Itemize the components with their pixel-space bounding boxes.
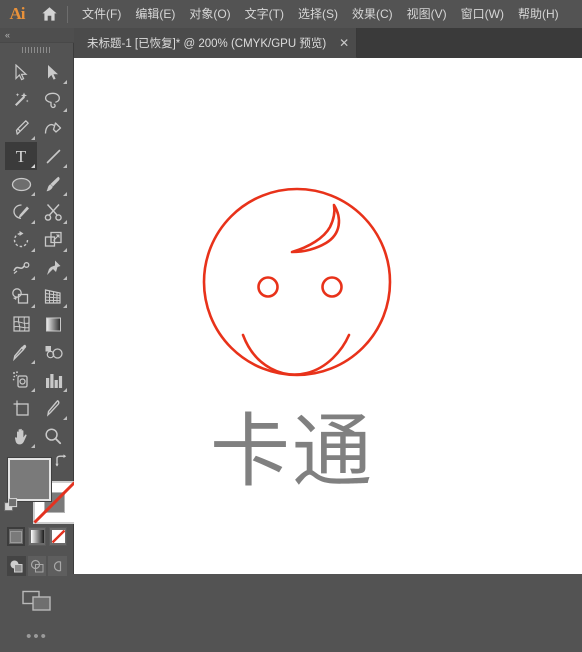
column-graph-tool[interactable] <box>37 366 69 394</box>
ellipse-tool[interactable] <box>5 170 37 198</box>
menu-help[interactable]: 帮助(H) <box>511 3 566 25</box>
menu-object[interactable]: 对象(O) <box>182 3 237 25</box>
blend-tool[interactable] <box>37 338 69 366</box>
tool-group-indicator-icon <box>63 164 67 168</box>
tool-group-indicator-icon <box>63 248 67 252</box>
tool-group-indicator-icon <box>63 388 67 392</box>
zoom-tool[interactable] <box>37 422 69 450</box>
menu-window[interactable]: 窗口(W) <box>454 3 511 25</box>
document-tab-bar: 未标题-1 [已恢复]* @ 200% (CMYK/GPU 预览) ✕ <box>74 28 582 58</box>
tool-group-indicator-icon <box>63 108 67 112</box>
tool-group-indicator-icon <box>31 164 35 168</box>
gradient-color-icon <box>30 530 44 543</box>
magic-wand-tool[interactable] <box>5 86 37 114</box>
perspective-grid-tool[interactable] <box>37 282 69 310</box>
tool-group-indicator-icon <box>31 136 35 140</box>
artboard-tool[interactable] <box>5 394 37 422</box>
tool-group-indicator-icon <box>31 276 35 280</box>
tool-group-indicator-icon <box>31 304 35 308</box>
menu-effect[interactable]: 效果(C) <box>345 3 400 25</box>
double-chevron-left-icon: « <box>5 29 10 40</box>
free-transform-tool[interactable] <box>37 254 69 282</box>
slice-tool[interactable] <box>37 394 69 422</box>
default-fill-stroke-icon[interactable] <box>4 498 19 513</box>
gradient-tool[interactable] <box>37 310 69 338</box>
tool-group-indicator-icon <box>63 276 67 280</box>
color-mode-none[interactable] <box>49 527 67 546</box>
tool-group-indicator-icon <box>63 80 67 84</box>
scale-tool[interactable] <box>37 226 69 254</box>
shaper-tool[interactable] <box>5 198 37 226</box>
tool-group-indicator-icon <box>63 304 67 308</box>
document-canvas[interactable]: 卡通 <box>74 58 582 574</box>
swap-fill-stroke-icon[interactable] <box>54 454 68 468</box>
screen-mode-button[interactable] <box>0 580 74 622</box>
draw-mode-row <box>0 556 74 580</box>
lasso-tool[interactable] <box>37 86 69 114</box>
fill-swatch[interactable] <box>8 458 51 501</box>
document-tab[interactable]: 未标题-1 [已恢复]* @ 200% (CMYK/GPU 预览) ✕ <box>74 28 358 58</box>
tools-panel-collapse-button[interactable]: « <box>0 28 74 43</box>
right-eye <box>321 276 343 298</box>
illustrator-window: Ai 文件(F) 编辑(E) 对象(O) 文字(T) 选择(S) 效果(C) 视… <box>0 0 582 644</box>
menu-type[interactable]: 文字(T) <box>238 3 291 25</box>
close-icon[interactable]: ✕ <box>338 37 350 49</box>
rotate-tool[interactable] <box>5 226 37 254</box>
tool-group-indicator-icon <box>31 192 35 196</box>
tool-group-indicator-icon <box>31 360 35 364</box>
color-mode-solid[interactable] <box>7 527 26 546</box>
paintbrush-tool[interactable] <box>37 170 69 198</box>
face-outline <box>202 187 392 377</box>
draw-behind-mode[interactable] <box>27 556 47 576</box>
tool-group-indicator-icon <box>63 192 67 196</box>
app-logo: Ai <box>9 4 26 23</box>
none-color-icon <box>51 530 65 543</box>
tool-group-indicator-icon <box>31 220 35 224</box>
tool-group-indicator-icon <box>31 388 35 392</box>
tools-panel: « T ••• <box>0 28 76 644</box>
tool-group-indicator-icon <box>63 220 67 224</box>
width-tool[interactable] <box>5 254 37 282</box>
line-segment-tool[interactable] <box>37 142 69 170</box>
menu-bar: Ai 文件(F) 编辑(E) 对象(O) 文字(T) 选择(S) 效果(C) 视… <box>0 0 582 28</box>
symbol-sprayer-tool[interactable] <box>5 366 37 394</box>
screen-mode-icon <box>22 590 51 611</box>
menu-edit[interactable]: 编辑(E) <box>128 3 182 25</box>
scissors-tool[interactable] <box>37 198 69 226</box>
color-mode-gradient[interactable] <box>28 527 47 546</box>
edit-toolbar-button[interactable]: ••• <box>0 622 74 652</box>
tool-group-indicator-icon <box>63 416 67 420</box>
fill-stroke-swatches <box>0 454 76 526</box>
draw-inside-mode[interactable] <box>48 556 68 576</box>
mesh-tool[interactable] <box>5 310 37 338</box>
hand-tool[interactable] <box>5 422 37 450</box>
type-tool[interactable]: T <box>5 142 37 170</box>
tool-group-indicator-icon <box>31 248 35 252</box>
draw-normal-mode[interactable] <box>7 556 26 576</box>
pen-tool[interactable] <box>5 114 37 142</box>
grip-dots-icon <box>22 47 52 53</box>
type-icon: T <box>15 146 27 166</box>
menu-separator <box>67 5 68 23</box>
tools-grid: T <box>0 57 74 450</box>
selection-tool[interactable] <box>5 58 37 86</box>
shape-builder-tool[interactable] <box>5 282 37 310</box>
eyedropper-tool[interactable] <box>5 338 37 366</box>
menu-file[interactable]: 文件(F) <box>75 3 128 25</box>
home-icon[interactable] <box>34 0 64 28</box>
hair-curl <box>290 203 341 254</box>
artwork-caption-text[interactable]: 卡通 <box>210 410 374 494</box>
curvature-tool[interactable] <box>37 114 69 142</box>
left-eye <box>257 276 279 298</box>
color-mode-row <box>0 527 74 553</box>
direct-selection-tool[interactable] <box>37 58 69 86</box>
tools-panel-drag-handle[interactable] <box>0 43 74 57</box>
solid-color-icon <box>10 530 23 543</box>
tool-group-indicator-icon <box>31 444 35 448</box>
menu-view[interactable]: 视图(V) <box>400 3 454 25</box>
menu-select[interactable]: 选择(S) <box>291 3 345 25</box>
document-tab-title: 未标题-1 [已恢复]* @ 200% (CMYK/GPU 预览) <box>87 37 327 50</box>
